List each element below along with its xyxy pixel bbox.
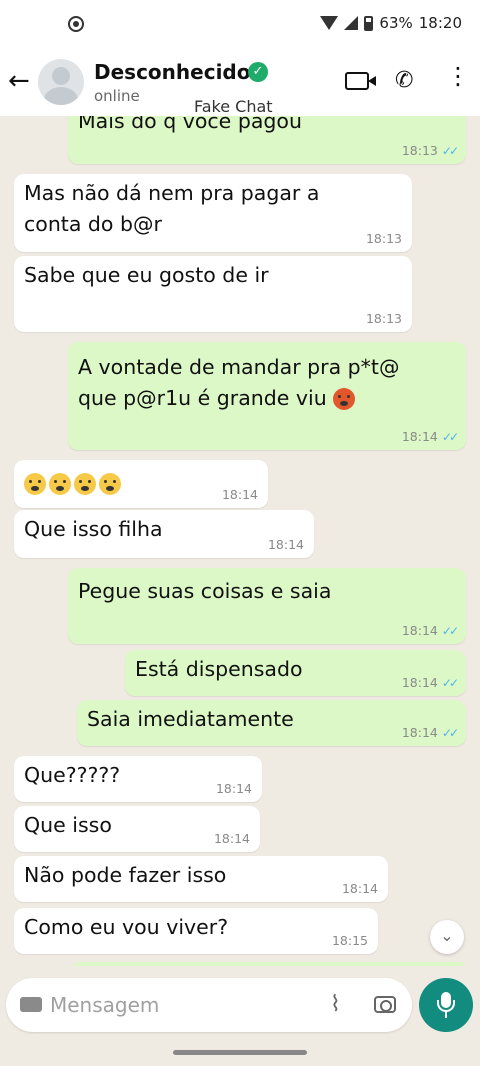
wifi-icon (320, 16, 339, 30)
mic-button[interactable] (419, 978, 473, 1032)
more-menu-icon[interactable]: ⋮ (446, 64, 470, 88)
message-incoming[interactable]: Como eu vou viver? 18:15 (14, 908, 378, 954)
message-text: Que isso filha (24, 517, 163, 541)
message-incoming[interactable]: Que isso filha 18:14 (14, 510, 314, 558)
read-ticks-icon: ✓✓ (441, 624, 459, 638)
message-outgoing[interactable]: Pegue suas coisas e saia 18:14 ✓✓ (68, 568, 466, 644)
message-time: 18:14 (267, 537, 304, 552)
message-outgoing-partial (70, 962, 468, 966)
message-text-line2: que p@r1u é grande viu (78, 386, 327, 410)
message-time: 18:14 (215, 781, 252, 796)
message-time: 18:15 (331, 933, 368, 948)
message-text: Mas não dá nem pra pagar a (24, 181, 320, 205)
home-indicator[interactable] (173, 1050, 307, 1055)
read-ticks-icon: ✓✓ (441, 144, 459, 158)
message-incoming[interactable]: Que isso 18:14 (14, 806, 260, 852)
location-icon (68, 16, 84, 32)
angry-face-icon (333, 388, 356, 410)
message-text: Sabe que eu gosto de ir (24, 263, 269, 287)
video-call-icon[interactable] (345, 72, 376, 90)
clock: 18:20 (418, 14, 462, 32)
status-bar: 63% 18:20 (0, 0, 480, 50)
message-incoming[interactable]: Que????? 18:14 (14, 756, 262, 802)
camera-icon[interactable] (374, 996, 396, 1013)
message-outgoing[interactable]: Mais do q voce pagou 18:13 ✓✓ (68, 116, 466, 164)
message-text: Saia imediatamente (87, 707, 294, 731)
message-time: 18:14 (401, 623, 438, 638)
status-icons: 63% 18:20 (320, 14, 462, 32)
message-time: 18:14 (341, 881, 378, 896)
message-text-line2: conta do b@r (24, 212, 162, 236)
message-text: Mais do q voce pagou (78, 116, 302, 133)
message-time: 18:14 (401, 675, 438, 690)
read-ticks-icon: ✓✓ (441, 726, 459, 740)
message-input[interactable] (50, 990, 320, 1020)
message-incoming[interactable]: 18:14 (14, 460, 268, 508)
signal-icon (344, 16, 359, 30)
message-time: 18:14 (401, 725, 438, 740)
fearful-face-icon (49, 473, 71, 495)
message-time: 18:13 (401, 143, 438, 158)
message-time: 18:14 (401, 429, 438, 444)
message-text: A vontade de mandar pra p*t@ (78, 355, 400, 379)
scroll-down-icon[interactable]: ⌄ (430, 920, 464, 954)
app-label: Fake Chat (194, 97, 273, 116)
contact-status: online (94, 87, 140, 105)
message-text: Pegue suas coisas e saia (78, 579, 332, 603)
back-arrow-icon[interactable]: ← (8, 68, 34, 94)
fearful-face-icon (99, 473, 121, 495)
message-time: 18:14 (221, 487, 258, 502)
verified-icon: ✓ (248, 62, 268, 82)
message-text: Não pode fazer isso (24, 863, 227, 887)
keyboard-icon[interactable] (20, 997, 42, 1012)
message-outgoing[interactable]: A vontade de mandar pra p*t@ que p@r1u é… (68, 342, 466, 450)
message-outgoing[interactable]: Saia imediatamente 18:14 ✓✓ (77, 700, 466, 746)
message-incoming[interactable]: Mas não dá nem pra pagar a conta do b@r … (14, 174, 412, 252)
battery-level: 63% (379, 14, 413, 32)
avatar[interactable] (38, 59, 84, 105)
message-time: 18:14 (213, 831, 250, 846)
message-outgoing[interactable]: Está dispensado 18:14 ✓✓ (125, 650, 466, 696)
phone-icon[interactable]: ✆ (395, 68, 413, 93)
message-text: Como eu vou viver? (24, 915, 229, 939)
attach-icon[interactable]: ⌇ (330, 992, 341, 1017)
fearful-face-icon (74, 473, 96, 495)
read-ticks-icon: ✓✓ (441, 430, 459, 444)
read-ticks-icon: ✓✓ (441, 676, 459, 690)
contact-name[interactable]: Desconhecido (94, 60, 250, 84)
message-list[interactable]: Mais do q voce pagou 18:13 ✓✓ Mas não dá … (0, 116, 480, 966)
battery-icon (364, 15, 374, 31)
message-time: 18:13 (365, 311, 402, 326)
chat-header: ← Desconhecido ✓ online Fake Chat ✆ ⋮ (0, 50, 480, 116)
message-incoming[interactable]: Não pode fazer isso 18:14 (14, 856, 388, 902)
message-incoming[interactable]: Sabe que eu gosto de ir 18:13 (14, 256, 412, 332)
message-composer: ⌇ (6, 978, 412, 1032)
fearful-face-icon (24, 473, 46, 495)
message-time: 18:13 (365, 231, 402, 246)
